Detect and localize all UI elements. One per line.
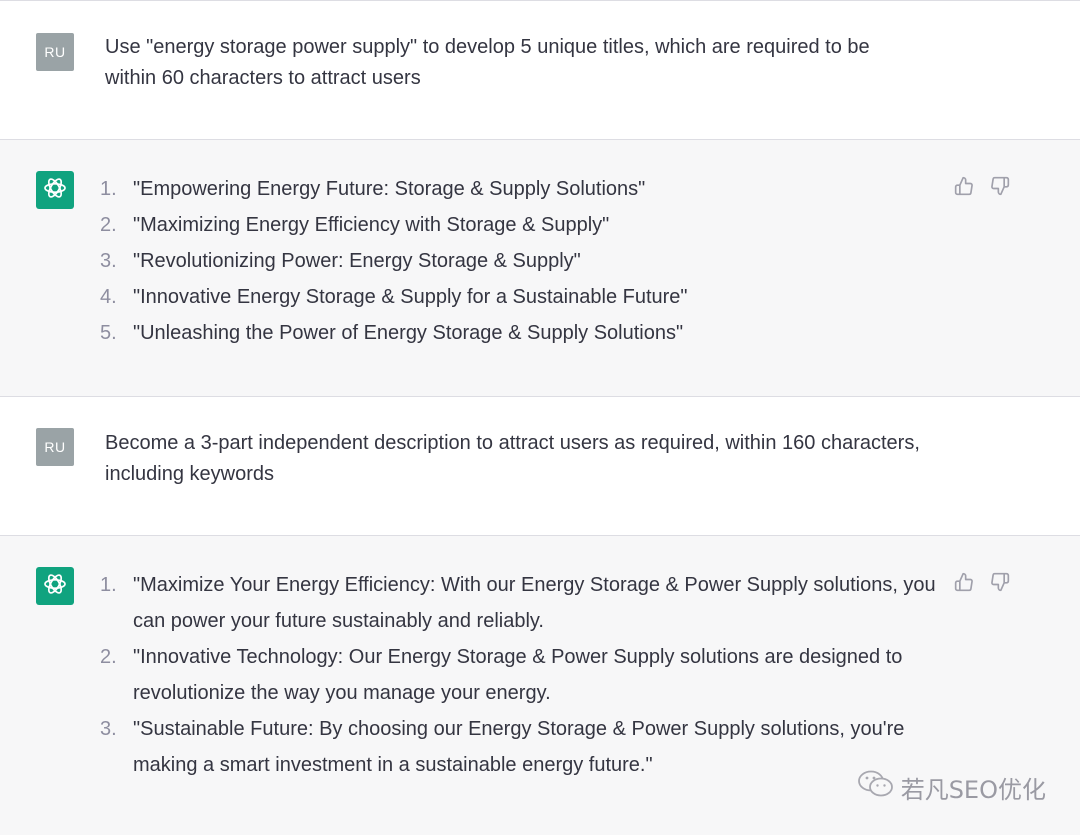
watermark: 若凡SEO优化 — [857, 769, 1046, 805]
list-item-text: "Innovative Technology: Our Energy Stora… — [133, 646, 903, 704]
openai-logo-icon — [42, 571, 68, 602]
thumbs-down-icon[interactable] — [989, 571, 1011, 593]
list-item-text: "Maximize Your Energy Efficiency: With o… — [133, 574, 936, 632]
list-item-text: "Revolutionizing Power: Energy Storage &… — [133, 250, 581, 272]
user-avatar-label: RU — [44, 44, 66, 60]
thumbs-up-icon[interactable] — [953, 175, 975, 197]
assistant-avatar — [36, 567, 74, 605]
list-item-text: "Sustainable Future: By choosing our Ene… — [133, 718, 905, 776]
chat-thread: RU Use "energy storage power supply" to … — [0, 0, 1080, 835]
user-avatar: RU — [36, 428, 74, 466]
list-item-text: "Maximizing Energy Efficiency with Stora… — [133, 214, 610, 236]
list-item-text: "Unleashing the Power of Energy Storage … — [133, 322, 684, 344]
list-number: 2. — [100, 214, 117, 236]
list-item: 1. "Maximize Your Energy Efficiency: With… — [100, 567, 945, 639]
assistant-message: 1. "Empowering Energy Future: Storage & S… — [0, 140, 1080, 397]
list-number: 2. — [100, 646, 117, 668]
list-number: 1. — [100, 178, 117, 200]
thumbs-down-icon[interactable] — [989, 175, 1011, 197]
list-number: 5. — [100, 322, 117, 344]
list-item: 2. "Maximizing Energy Efficiency with Sto… — [100, 207, 945, 243]
list-item: 4. "Innovative Energy Storage & Supply fo… — [100, 279, 945, 315]
list-item: 1. "Empowering Energy Future: Storage & S… — [100, 171, 945, 207]
user-avatar-label: RU — [44, 439, 66, 455]
user-message-text: Use "energy storage power supply" to dev… — [105, 36, 870, 89]
answer-list: 1. "Maximize Your Energy Efficiency: With… — [100, 567, 945, 783]
thumbs-up-icon[interactable] — [953, 571, 975, 593]
feedback-buttons — [953, 175, 1011, 197]
list-item: 3. "Sustainable Future: By choosing our E… — [100, 711, 945, 783]
feedback-buttons — [953, 571, 1011, 593]
list-item: 3. "Revolutionizing Power: Energy Storage… — [100, 243, 945, 279]
user-message: RU Become a 3-part independent descripti… — [0, 397, 1080, 536]
user-message-text: Become a 3-part independent description … — [105, 432, 920, 485]
list-number: 3. — [100, 250, 117, 272]
assistant-avatar — [36, 171, 74, 209]
wechat-icon — [857, 769, 895, 805]
list-item: 2. "Innovative Technology: Our Energy Sto… — [100, 639, 945, 711]
user-avatar: RU — [36, 33, 74, 71]
list-number: 1. — [100, 574, 117, 596]
answer-list: 1. "Empowering Energy Future: Storage & S… — [100, 171, 945, 351]
list-number: 4. — [100, 286, 117, 308]
user-message: RU Use "energy storage power supply" to … — [0, 1, 1080, 140]
list-item-text: "Empowering Energy Future: Storage & Sup… — [133, 178, 646, 200]
list-item: 5. "Unleashing the Power of Energy Storag… — [100, 315, 945, 351]
openai-logo-icon — [42, 175, 68, 206]
list-item-text: "Innovative Energy Storage & Supply for … — [133, 286, 688, 308]
list-number: 3. — [100, 718, 117, 740]
watermark-text: 若凡SEO优化 — [900, 775, 1046, 804]
